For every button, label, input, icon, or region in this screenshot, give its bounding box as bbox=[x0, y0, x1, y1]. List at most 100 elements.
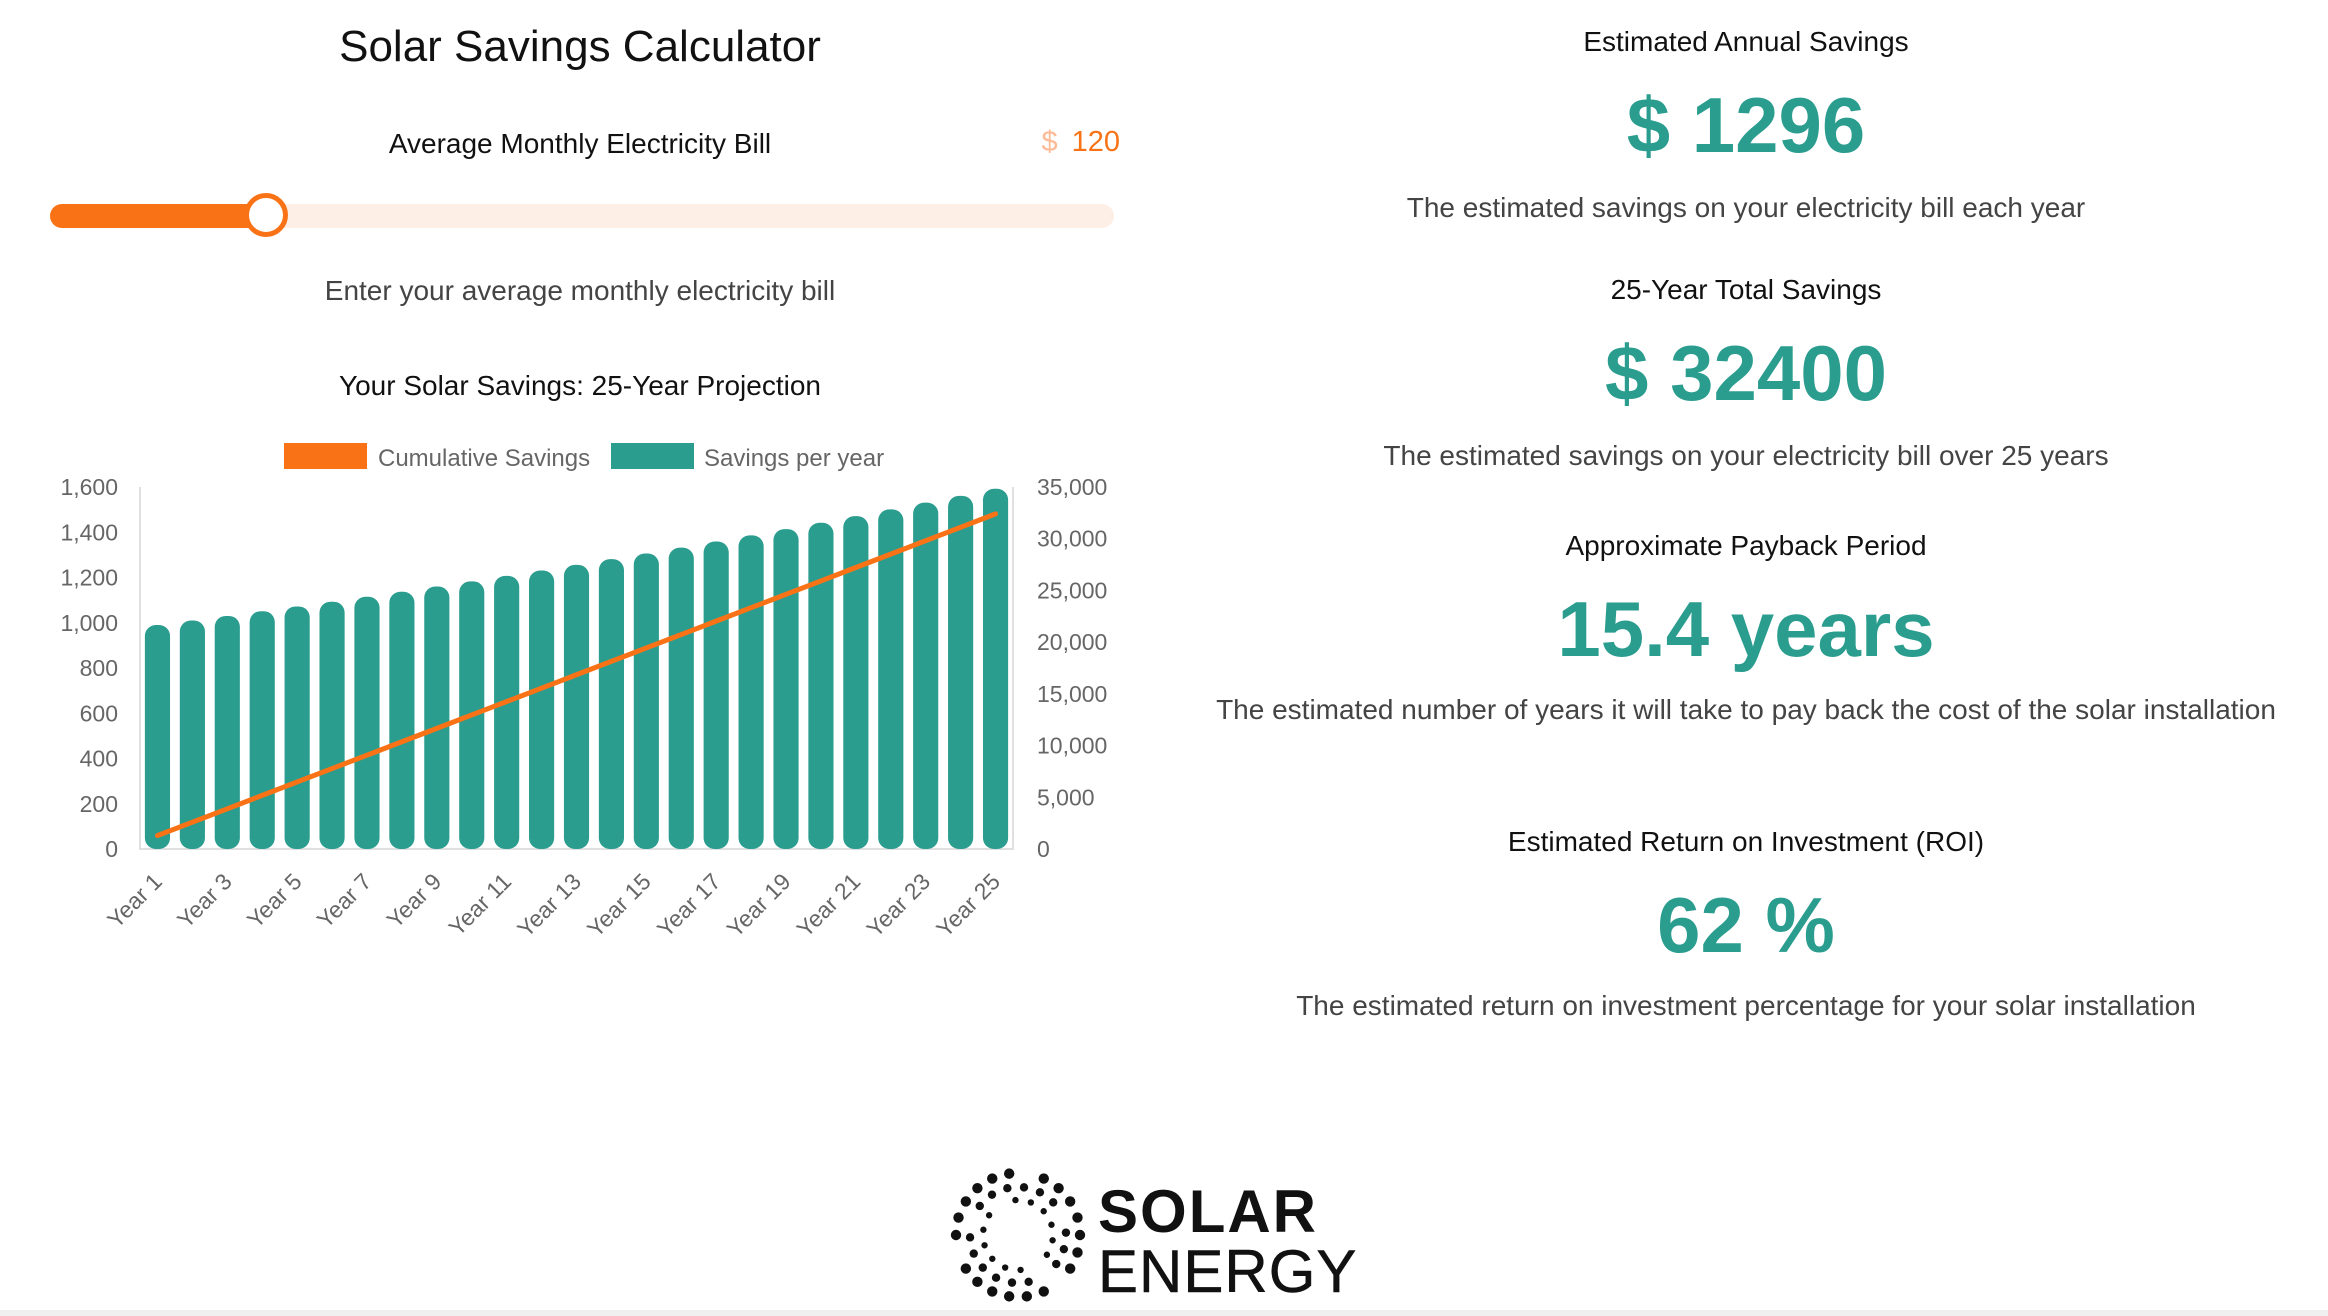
savings-per-year-bars bbox=[144, 488, 1009, 849]
logo-dot bbox=[960, 1263, 972, 1274]
left-axis-tick-label: 1,200 bbox=[60, 565, 118, 591]
right-axis-tick-label: 25,000 bbox=[1037, 577, 1107, 603]
logo-dot bbox=[1072, 1212, 1083, 1223]
savings-bar[interactable] bbox=[878, 509, 904, 849]
savings-bar[interactable] bbox=[563, 564, 590, 849]
roi-description: The estimated return on investment perce… bbox=[1296, 990, 2196, 1021]
logo-dot bbox=[1038, 1286, 1049, 1297]
left-axis-tick-label: 1,600 bbox=[60, 474, 118, 500]
annual-savings-description: The estimated savings on your electricit… bbox=[1406, 192, 2086, 223]
right-axis-tick-label: 0 bbox=[1037, 836, 1050, 862]
logo-dot bbox=[1007, 1278, 1017, 1287]
sun-dots-icon bbox=[950, 1168, 1086, 1302]
savings-bar[interactable] bbox=[424, 586, 450, 849]
savings-bar[interactable] bbox=[284, 606, 310, 849]
right-axis-tick-label: 5,000 bbox=[1037, 784, 1095, 810]
savings-bar[interactable] bbox=[179, 620, 205, 849]
legend-label-savings-per-year[interactable]: Savings per year bbox=[704, 445, 884, 472]
total-savings-value: $ 32400 bbox=[1605, 329, 1887, 417]
logo-dot bbox=[1048, 1221, 1055, 1228]
annual-savings-value: $ 1296 bbox=[1626, 81, 1866, 169]
x-axis-tick-label: Year 19 bbox=[722, 868, 796, 942]
logo-dot bbox=[989, 1255, 996, 1262]
x-axis-tick-label: Year 25 bbox=[931, 868, 1005, 942]
logo-dot bbox=[1040, 1208, 1047, 1215]
slider-thumb[interactable] bbox=[244, 193, 288, 237]
savings-bar[interactable] bbox=[494, 575, 520, 849]
savings-bar[interactable] bbox=[738, 535, 764, 849]
savings-bar[interactable] bbox=[389, 591, 415, 849]
total-savings-title: 25-Year Total Savings bbox=[1610, 274, 1882, 305]
logo-dot bbox=[1001, 1264, 1009, 1271]
savings-bar[interactable] bbox=[948, 495, 974, 849]
monthly-bill-value[interactable]: $120 bbox=[1020, 126, 1120, 159]
savings-bar[interactable] bbox=[913, 502, 939, 849]
logo-dot bbox=[953, 1212, 964, 1223]
x-axis-tick-label: Year 1 bbox=[102, 868, 167, 933]
logo-dot bbox=[981, 1242, 988, 1249]
logo-dot bbox=[1027, 1199, 1035, 1206]
right-axis-tick-label: 10,000 bbox=[1037, 733, 1107, 759]
logo-dot bbox=[987, 1286, 998, 1297]
right-axis-ticks: 0 5,000 10,000 15,000 20,000 25,000 30,000 35,0… bbox=[1037, 474, 1107, 862]
logo-text-energy: ENERGY bbox=[1098, 1238, 1357, 1305]
logo-dot bbox=[1003, 1291, 1015, 1302]
savings-bar[interactable] bbox=[529, 570, 555, 849]
monthly-bill-label: Average Monthly Electricity Bill bbox=[388, 128, 772, 159]
logo-dot bbox=[1064, 1263, 1076, 1274]
chart-title: Your Solar Savings: 25-Year Projection bbox=[338, 370, 821, 401]
left-axis-ticks: 0 200 400 600 800 1,000 1,200 1,400 1,600 bbox=[60, 474, 118, 862]
left-axis-tick-label: 0 bbox=[105, 836, 118, 862]
logo-dot bbox=[1019, 1183, 1029, 1192]
x-axis-ticks: Year 1 Year 3 Year 5 Year 7 Year 9Year 11 Yea… bbox=[102, 868, 1005, 942]
monthly-bill-help-text: Enter your average monthly electricity b… bbox=[324, 275, 836, 306]
app-title: Solar Savings Calculator bbox=[339, 22, 821, 71]
x-axis-tick-label: Year 7 bbox=[312, 868, 377, 933]
logo-dot bbox=[1074, 1229, 1086, 1241]
logo-dot bbox=[1021, 1291, 1033, 1302]
x-axis-tick-label: Year 17 bbox=[652, 868, 726, 942]
roi-title: Estimated Return on Investment (ROI) bbox=[1507, 826, 1985, 857]
currency-symbol: $ bbox=[1041, 126, 1058, 158]
solar-energy-logo: SOLAR ENERGY bbox=[950, 1168, 1357, 1305]
slider-fill bbox=[50, 204, 266, 228]
legend-swatch-savings-per-year[interactable] bbox=[611, 443, 694, 469]
logo-dot bbox=[1017, 1266, 1024, 1274]
logo-dot bbox=[1035, 1188, 1045, 1197]
logo-dot bbox=[1043, 1251, 1051, 1258]
x-axis-tick-label: Year 23 bbox=[861, 868, 935, 942]
savings-bar[interactable] bbox=[319, 601, 345, 849]
legend-label-cumulative[interactable]: Cumulative Savings bbox=[378, 445, 590, 472]
savings-bar[interactable] bbox=[144, 625, 171, 849]
legend-swatch-cumulative[interactable] bbox=[284, 443, 367, 469]
savings-bar[interactable] bbox=[773, 529, 799, 849]
monthly-bill-amount: 120 bbox=[1071, 126, 1120, 158]
logo-dot bbox=[1003, 1183, 1012, 1193]
savings-bar[interactable] bbox=[354, 596, 380, 849]
right-axis-tick-label: 35,000 bbox=[1037, 474, 1107, 500]
left-axis-tick-label: 1,400 bbox=[60, 519, 118, 545]
logo-text-solar: SOLAR bbox=[1098, 1178, 1318, 1245]
savings-bar[interactable] bbox=[633, 553, 659, 849]
x-axis-tick-label: Year 21 bbox=[792, 868, 866, 942]
savings-bar[interactable] bbox=[668, 547, 694, 849]
left-axis-tick-label: 1,000 bbox=[60, 610, 118, 636]
savings-bar[interactable] bbox=[808, 522, 834, 849]
x-axis-tick-label: Year 3 bbox=[172, 868, 237, 933]
logo-dot bbox=[1052, 1259, 1061, 1269]
savings-bar[interactable] bbox=[982, 488, 1009, 849]
payback-period-title: Approximate Payback Period bbox=[1565, 530, 1927, 561]
savings-bar[interactable] bbox=[703, 541, 729, 849]
savings-projection-chart: Cumulative Savings Savings per year 0 200… bbox=[60, 443, 1107, 942]
monthly-bill-slider[interactable] bbox=[50, 193, 1114, 237]
logo-dot bbox=[1061, 1228, 1071, 1237]
logo-dot bbox=[1059, 1244, 1069, 1254]
savings-bar[interactable] bbox=[598, 559, 624, 849]
x-axis-tick-label: Year 11 bbox=[444, 868, 517, 941]
x-axis-tick-label: Year 5 bbox=[242, 868, 307, 933]
left-axis-tick-label: 200 bbox=[80, 791, 118, 817]
chart-legend: Cumulative Savings Savings per year bbox=[284, 443, 884, 472]
logo-dot bbox=[1053, 1182, 1064, 1194]
x-axis-tick-label: Year 9 bbox=[382, 868, 447, 933]
savings-bar[interactable] bbox=[249, 611, 275, 849]
